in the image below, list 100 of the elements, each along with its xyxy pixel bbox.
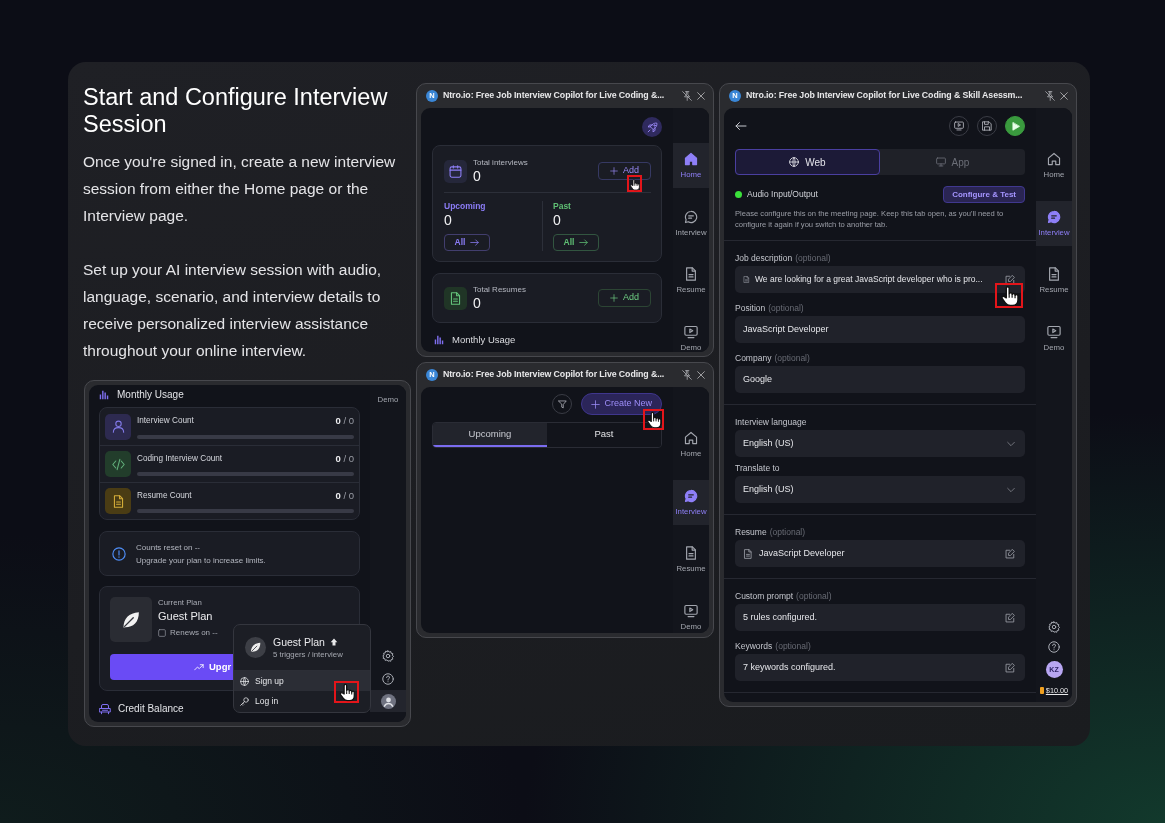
plan-name: Guest Plan <box>158 609 214 624</box>
edit-icon[interactable] <box>1005 274 1015 285</box>
pin-icon[interactable] <box>682 370 692 380</box>
audio-label: Audio Input/Output <box>747 188 818 201</box>
optional-note: (optional) <box>774 353 810 363</box>
window-title: Ntro.io: Free Job Interview Copilot for Live Coding & Skill Asessm... <box>746 89 1024 103</box>
rocket-button[interactable] <box>642 117 662 137</box>
home-icon <box>1047 152 1061 166</box>
tab[interactable]: Upcoming <box>433 423 547 447</box>
monitor-play-icon <box>684 324 698 339</box>
add-button[interactable]: Add <box>598 289 651 307</box>
field-label: Translate to <box>735 463 780 473</box>
field-label: Job description <box>735 253 793 263</box>
menu-item[interactable]: Log in <box>234 691 370 711</box>
window-title: Ntro.io: Free Job Interview Copilot for Live Coding &... <box>443 89 666 103</box>
counter-reading: 0 / 0 <box>335 414 354 429</box>
car-icon <box>99 703 111 715</box>
pin-icon[interactable] <box>1045 91 1055 101</box>
stat-label: Total interviews <box>473 158 528 168</box>
field-label: Company <box>735 353 772 363</box>
stat-value: 0 <box>444 212 453 228</box>
edit-icon[interactable] <box>1005 548 1015 559</box>
paragraph: Once you're signed in, create a new interview session from either the Home page or the Interview page. <box>83 152 396 226</box>
settings-icon[interactable] <box>382 650 394 662</box>
add-button[interactable]: Add <box>598 162 651 180</box>
document-icon <box>444 286 467 310</box>
up-arrow-icon <box>329 638 338 646</box>
group-label: Upcoming <box>444 201 487 212</box>
field-label: Interview language <box>735 417 807 427</box>
hand-cursor-icon <box>643 409 664 430</box>
hand-cursor-icon <box>627 175 642 192</box>
notice-text: Counts reset on -- <box>136 541 202 554</box>
counter-reading: 0 / 0 <box>335 488 354 503</box>
select-field[interactable]: English (US) <box>735 476 1025 503</box>
select-field[interactable]: English (US) <box>735 430 1025 457</box>
file-field[interactable]: JavaScript Developer <box>735 540 1025 567</box>
optional-note: (optional) <box>775 641 811 651</box>
input-field[interactable]: Google <box>735 366 1025 393</box>
plus-icon <box>610 167 618 175</box>
calendar-icon <box>444 159 467 183</box>
key-icon <box>240 696 249 706</box>
settings-icon[interactable] <box>1048 621 1060 633</box>
globe-icon <box>240 676 249 686</box>
globe-icon <box>789 157 800 167</box>
section-heading: Credit Balance <box>118 702 184 716</box>
monitor-play-icon <box>684 603 698 618</box>
back-arrow-icon[interactable] <box>735 120 747 132</box>
profile-button[interactable] <box>370 690 406 712</box>
optional-note: (optional) <box>796 591 832 601</box>
square-icon <box>158 629 166 637</box>
hand-cursor-icon <box>995 283 1023 308</box>
edit-icon[interactable] <box>1005 662 1015 673</box>
close-icon[interactable] <box>697 371 705 379</box>
stat-value: 0 <box>473 295 482 311</box>
counter-label: Interview Count <box>137 415 194 428</box>
save-icon <box>982 121 992 131</box>
optional-note: (optional) <box>769 527 806 537</box>
close-icon[interactable] <box>1060 92 1068 100</box>
heading: Start and Configure Interview Session <box>83 84 389 138</box>
chat-bubble-icon <box>684 488 698 503</box>
close-icon[interactable] <box>697 92 705 100</box>
hand-cursor-icon <box>334 681 359 703</box>
optional-note: (optional) <box>795 253 831 263</box>
view-all-button[interactable]: All <box>444 234 490 251</box>
configure-button[interactable]: Configure & Test <box>943 186 1025 203</box>
help-icon[interactable] <box>1048 641 1060 653</box>
plan-name: Guest Plan <box>273 635 325 649</box>
document-icon <box>1047 267 1061 281</box>
document-icon <box>684 546 698 560</box>
leaf-icon <box>110 597 152 642</box>
home-icon <box>684 152 698 166</box>
plus-icon <box>591 399 601 409</box>
bar-chart-icon <box>434 335 444 345</box>
filter-icon <box>557 399 567 409</box>
input-field[interactable]: 7 keywords configured. <box>735 654 1025 681</box>
help-icon[interactable] <box>382 673 394 685</box>
stat-value: 0 <box>473 168 482 184</box>
pin-icon[interactable] <box>682 91 692 101</box>
mode-tab[interactable]: Web <box>735 149 880 175</box>
arrow-right-icon <box>579 238 589 247</box>
view-all-button[interactable]: All <box>553 234 599 251</box>
trend-up-icon <box>194 662 204 672</box>
text-area-field[interactable]: We are looking for a great JavaScript developer who is pro... <box>735 266 1025 293</box>
chat-bubble-icon <box>1047 209 1061 224</box>
document-icon <box>684 267 698 281</box>
start-button[interactable] <box>1005 116 1025 136</box>
input-field[interactable]: JavaScript Developer <box>735 316 1025 343</box>
rocket-icon <box>646 121 658 133</box>
group-label: Past <box>553 201 572 212</box>
chevron-down-icon <box>1007 485 1015 494</box>
window-title: Ntro.io: Free Job Interview Copilot for Live Coding &... <box>443 368 666 382</box>
paragraph: Set up your AI interview session with audio, language, scenario, and interview details to receive personalized interview assistance throughout your online interview. <box>83 260 383 361</box>
input-field[interactable]: 5 rules configured. <box>735 604 1025 631</box>
menu-item[interactable]: Sign up <box>234 671 370 691</box>
create-new-button[interactable]: Create New <box>581 393 662 415</box>
monitor-play-icon <box>954 121 964 131</box>
field-label: Keywords <box>735 641 773 651</box>
edit-icon[interactable] <box>1005 612 1015 623</box>
counter-label: Resume Count <box>137 489 192 502</box>
counter-label: Coding Interview Count <box>137 452 223 465</box>
